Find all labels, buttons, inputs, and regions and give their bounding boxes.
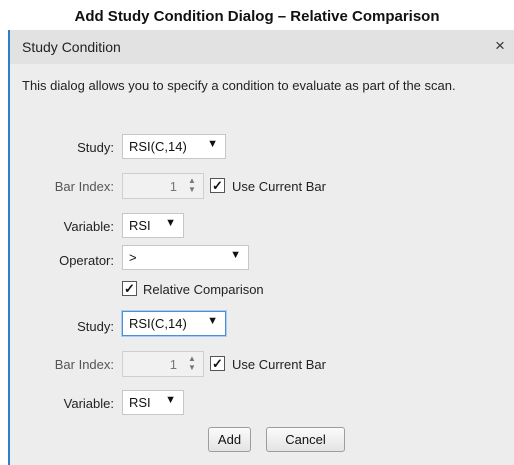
operator-label: Operator: xyxy=(59,253,114,268)
operator-select-value: > xyxy=(129,250,137,265)
checkmark-icon: ✓ xyxy=(212,356,223,371)
use-current-bar-checkbox[interactable]: ✓ xyxy=(210,178,225,193)
figure-caption: Add Study Condition Dialog – Relative Co… xyxy=(74,8,440,25)
spin-arrows-icon[interactable]: ▲ ▼ xyxy=(187,354,197,372)
compare-use-current-bar-checkbox[interactable]: ✓ xyxy=(210,356,225,371)
use-current-bar-label: Use Current Bar xyxy=(232,179,326,194)
close-icon[interactable]: × xyxy=(490,35,510,57)
compare-bar-index-value: 1 xyxy=(169,357,177,372)
compare-study-select[interactable]: RSI(C,14) ▼ xyxy=(122,311,226,336)
compare-variable-select-value: RSI xyxy=(129,395,151,410)
variable-select[interactable]: RSI ▼ xyxy=(122,213,184,238)
study-condition-dialog: Study Condition × This dialog allows you… xyxy=(8,30,514,465)
compare-bar-index-label: Bar Index: xyxy=(54,357,114,372)
compare-bar-index-spinner[interactable]: 1 ▲ ▼ xyxy=(122,351,204,377)
compare-study-label: Study: xyxy=(77,319,114,334)
compare-use-current-bar-label: Use Current Bar xyxy=(232,357,326,372)
dialog-titlebar[interactable]: Study Condition × xyxy=(10,30,514,64)
variable-select-value: RSI xyxy=(129,218,151,233)
chevron-down-icon: ▼ xyxy=(230,249,241,261)
checkmark-icon: ✓ xyxy=(212,178,223,193)
cancel-button[interactable]: Cancel xyxy=(266,427,345,452)
bar-index-value: 1 xyxy=(169,179,177,194)
bar-index-spinner[interactable]: 1 ▲ ▼ xyxy=(122,173,204,199)
study-select[interactable]: RSI(C,14) ▼ xyxy=(122,134,226,159)
chevron-down-icon: ▼ xyxy=(165,394,176,406)
study-select-value: RSI(C,14) xyxy=(129,139,187,154)
compare-study-select-value: RSI(C,14) xyxy=(129,316,187,331)
bar-index-label: Bar Index: xyxy=(54,179,114,194)
chevron-down-icon: ▼ xyxy=(207,315,218,327)
study-label: Study: xyxy=(77,140,114,155)
chevron-down-icon: ▼ xyxy=(165,217,176,229)
checkmark-icon: ✓ xyxy=(124,281,135,296)
chevron-down-icon: ▼ xyxy=(207,138,218,150)
compare-variable-select[interactable]: RSI ▼ xyxy=(122,390,184,415)
dialog-description: This dialog allows you to specify a cond… xyxy=(22,78,456,93)
dialog-title: Study Condition xyxy=(22,39,121,55)
spin-arrows-icon[interactable]: ▲ ▼ xyxy=(187,176,197,194)
variable-label: Variable: xyxy=(63,219,114,234)
add-button[interactable]: Add xyxy=(208,427,251,452)
operator-select[interactable]: > ▼ xyxy=(122,245,249,270)
compare-variable-label: Variable: xyxy=(63,396,114,411)
relative-comparison-checkbox[interactable]: ✓ xyxy=(122,281,137,296)
relative-comparison-label: Relative Comparison xyxy=(143,282,264,297)
